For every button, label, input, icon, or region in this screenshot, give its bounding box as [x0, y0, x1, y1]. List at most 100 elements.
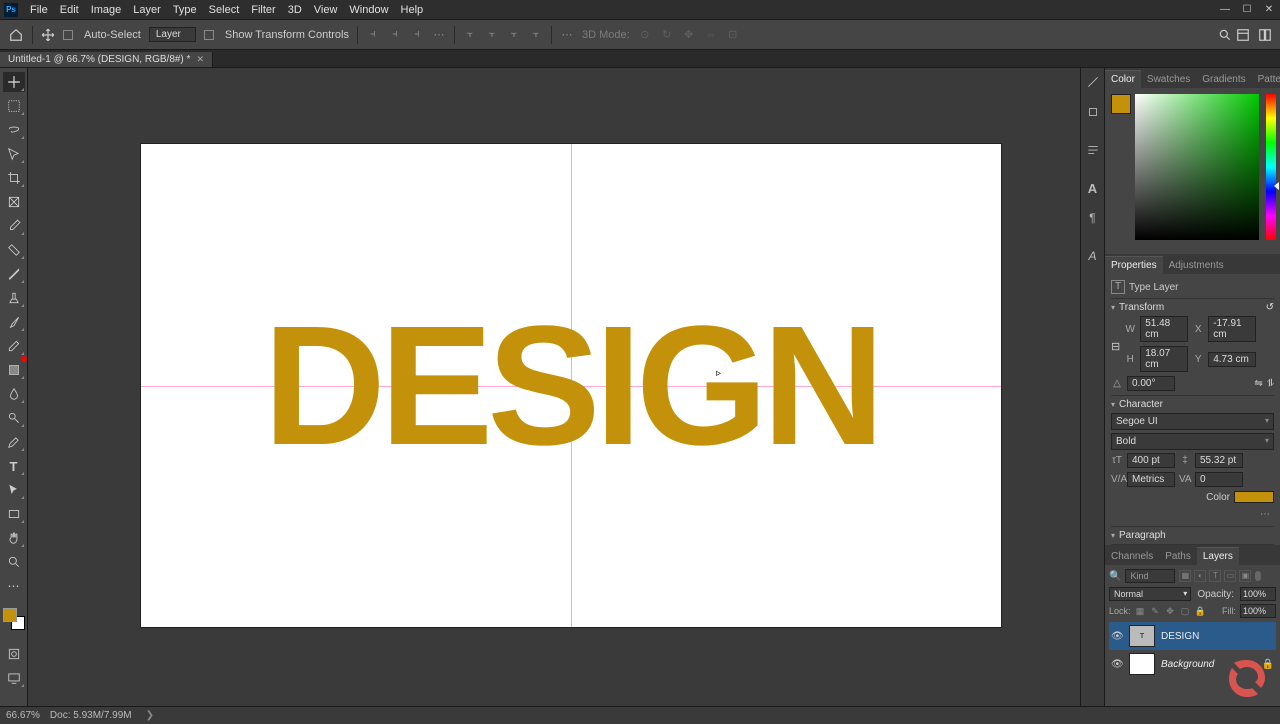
tab-adjustments[interactable]: Adjustments: [1163, 257, 1230, 274]
maximize-icon[interactable]: ☐: [1236, 0, 1258, 20]
distribute-hcenter-icon[interactable]: ⫟: [529, 28, 543, 42]
lock-image-icon[interactable]: ✎: [1150, 606, 1161, 617]
paragraph-section-header[interactable]: ▾ Paragraph: [1111, 526, 1274, 545]
menu-type[interactable]: Type: [167, 4, 203, 16]
leading-field[interactable]: 55.32 pt: [1195, 453, 1243, 468]
tab-swatches[interactable]: Swatches: [1141, 71, 1196, 88]
distribute-vcenter-icon[interactable]: ⫟: [485, 28, 499, 42]
width-field[interactable]: 51.48 cm: [1140, 316, 1188, 342]
lasso-tool[interactable]: [3, 120, 25, 140]
font-size-field[interactable]: 400 pt: [1127, 453, 1175, 468]
lock-artboard-icon[interactable]: ▢: [1180, 606, 1191, 617]
quick-selection-tool[interactable]: [3, 144, 25, 164]
brush-tool[interactable]: [3, 264, 25, 284]
eyedropper-tool[interactable]: [3, 216, 25, 236]
tab-properties[interactable]: Properties: [1105, 256, 1163, 274]
canvas-area[interactable]: DESIGN ▹: [28, 68, 1080, 706]
align-left-icon[interactable]: ⫞: [366, 28, 380, 42]
menu-help[interactable]: Help: [395, 4, 430, 16]
angle-field[interactable]: 0.00°: [1127, 376, 1175, 391]
x-field[interactable]: -17.91 cm: [1208, 316, 1256, 342]
close-icon[interactable]: ✕: [1258, 0, 1280, 20]
rectangle-tool[interactable]: [3, 504, 25, 524]
font-family-dropdown[interactable]: Segoe UI: [1111, 413, 1274, 430]
filter-smart-icon[interactable]: ▣: [1239, 570, 1251, 582]
menu-file[interactable]: File: [24, 4, 54, 16]
reset-icon[interactable]: ↺: [1266, 302, 1274, 313]
clone-source-panel-icon[interactable]: [1085, 104, 1101, 120]
lock-position-icon[interactable]: ✥: [1165, 606, 1176, 617]
blur-tool[interactable]: [3, 384, 25, 404]
font-weight-dropdown[interactable]: Bold: [1111, 433, 1274, 450]
align-more-icon[interactable]: ⋯: [432, 28, 446, 42]
edit-toolbar-icon[interactable]: ⋯: [3, 576, 25, 596]
more-options-icon[interactable]: ⋯: [560, 28, 574, 42]
menu-layer[interactable]: Layer: [127, 4, 167, 16]
kerning-field[interactable]: Metrics: [1127, 472, 1175, 487]
fill-field[interactable]: 100%: [1240, 604, 1276, 618]
text-color-chip[interactable]: [1234, 491, 1274, 503]
hand-tool[interactable]: [3, 528, 25, 548]
zoom-level[interactable]: 66.67%: [6, 710, 40, 721]
zoom-tool[interactable]: [3, 552, 25, 572]
transform-section-header[interactable]: ▾ Transform ↺: [1111, 298, 1274, 316]
layer-thumbnail[interactable]: [1129, 653, 1155, 675]
pen-tool[interactable]: [3, 432, 25, 452]
tracking-field[interactable]: 0: [1195, 472, 1243, 487]
tab-color[interactable]: Color: [1105, 70, 1141, 88]
dodge-tool[interactable]: [3, 408, 25, 428]
opacity-field[interactable]: 100%: [1240, 587, 1276, 601]
hue-slider[interactable]: [1266, 94, 1276, 240]
filter-toggle-icon[interactable]: [1255, 571, 1261, 581]
marquee-tool[interactable]: [3, 96, 25, 116]
workspace-switcher-icon[interactable]: [1258, 28, 1272, 42]
menu-select[interactable]: Select: [203, 4, 246, 16]
glyphs-panel-icon[interactable]: A: [1085, 248, 1101, 264]
history-brush-tool[interactable]: [3, 312, 25, 332]
move-tool[interactable]: [3, 72, 25, 92]
menu-window[interactable]: Window: [343, 4, 394, 16]
home-icon[interactable]: [8, 27, 24, 43]
menu-3d[interactable]: 3D: [282, 4, 308, 16]
tab-channels[interactable]: Channels: [1105, 548, 1159, 565]
foreground-color-swatch[interactable]: [3, 608, 17, 622]
tab-layers[interactable]: Layers: [1197, 547, 1239, 565]
color-field[interactable]: [1135, 94, 1259, 240]
quick-mask-icon[interactable]: [3, 644, 25, 664]
menu-view[interactable]: View: [308, 4, 344, 16]
eraser-tool[interactable]: [3, 336, 25, 356]
frame-tool[interactable]: [3, 192, 25, 212]
filter-type-icon[interactable]: T: [1209, 570, 1221, 582]
layer-name[interactable]: DESIGN: [1161, 631, 1199, 642]
auto-select-checkbox[interactable]: [63, 30, 73, 40]
paragraph-styles-panel-icon[interactable]: [1085, 142, 1101, 158]
flip-v-icon[interactable]: ⥮: [1267, 378, 1274, 389]
gradient-tool[interactable]: [3, 360, 25, 380]
tab-paths[interactable]: Paths: [1159, 548, 1197, 565]
layer-name[interactable]: Background: [1161, 659, 1214, 670]
character-section-header[interactable]: ▾ Character: [1111, 395, 1274, 413]
menu-image[interactable]: Image: [85, 4, 128, 16]
visibility-icon[interactable]: 👁: [1111, 659, 1123, 670]
document-tab[interactable]: Untitled-1 @ 66.7% (DESIGN, RGB/8#) * ✕: [0, 52, 213, 67]
auto-select-target-dropdown[interactable]: Layer: [149, 27, 196, 42]
clone-stamp-tool[interactable]: [3, 288, 25, 308]
healing-brush-tool[interactable]: [3, 240, 25, 260]
menu-filter[interactable]: Filter: [245, 4, 281, 16]
lock-all-icon[interactable]: 🔒: [1195, 606, 1206, 617]
text-layer-content[interactable]: DESIGN: [263, 288, 879, 484]
show-transform-checkbox[interactable]: [204, 30, 214, 40]
align-right-icon[interactable]: ⫞: [410, 28, 424, 42]
search-icon[interactable]: [1218, 28, 1232, 42]
status-arrow-icon[interactable]: ❯: [146, 710, 154, 721]
align-center-h-icon[interactable]: ⫞: [388, 28, 402, 42]
layer-item[interactable]: 👁 T DESIGN: [1109, 622, 1276, 650]
y-field[interactable]: 4.73 cm: [1208, 352, 1256, 367]
minimize-icon[interactable]: —: [1214, 0, 1236, 20]
link-wh-icon[interactable]: ⊟: [1111, 340, 1120, 353]
distribute-top-icon[interactable]: ⫟: [463, 28, 477, 42]
brushes-panel-icon[interactable]: [1085, 74, 1101, 90]
more-options-icon[interactable]: ⋯: [1111, 507, 1274, 522]
type-tool[interactable]: T: [3, 456, 25, 476]
layer-thumbnail[interactable]: T: [1129, 625, 1155, 647]
